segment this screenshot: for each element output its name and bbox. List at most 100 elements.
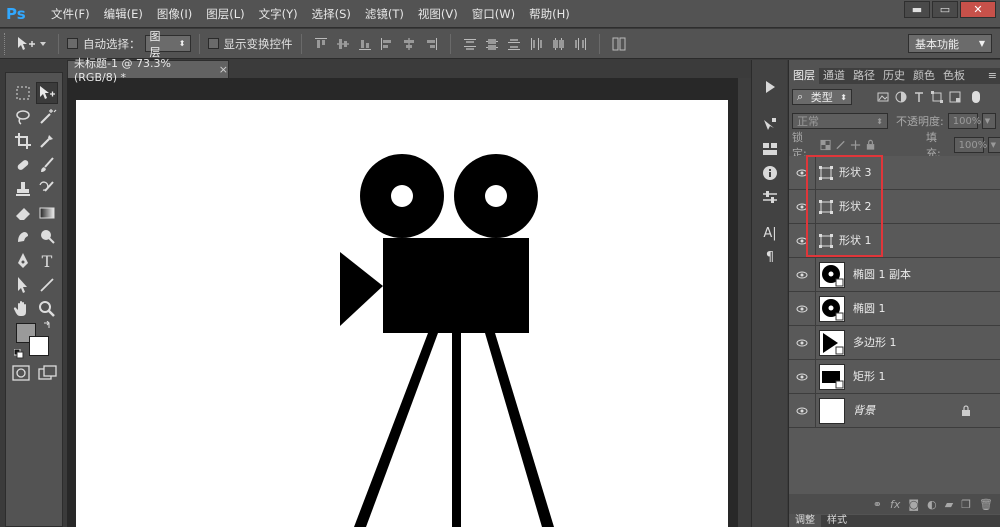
distribute-right-icon[interactable] (573, 37, 587, 51)
fill-field[interactable]: 100% (953, 137, 987, 153)
distribute-vcenter-icon[interactable] (485, 37, 499, 51)
adjustment-layer-icon[interactable]: ◐ (927, 498, 937, 511)
tab-color[interactable]: 颜色 (909, 68, 939, 84)
maximize-button[interactable]: ▭ (932, 1, 958, 18)
fill-chevron-icon[interactable]: ▼ (987, 137, 1000, 153)
canvas[interactable] (76, 100, 728, 527)
quick-mask-icon[interactable] (12, 365, 30, 381)
lock-transparency-icon[interactable] (820, 139, 831, 151)
zoom-tool-icon[interactable] (36, 298, 58, 320)
paragraph-panel-icon[interactable]: ¶ (760, 248, 780, 266)
marquee-tool-icon[interactable] (12, 82, 34, 104)
eye-icon[interactable] (796, 269, 808, 281)
eye-icon[interactable] (796, 303, 808, 315)
layer-row-ellipse-copy[interactable]: 椭圆 1 副本 (789, 258, 1000, 292)
auto-select-dropdown[interactable]: 图层 ⬍ (144, 30, 191, 59)
close-tab-icon[interactable]: × (219, 63, 228, 76)
filter-toggle[interactable] (972, 91, 980, 103)
dodge-tool-icon[interactable] (36, 226, 58, 248)
background-color-swatch[interactable] (29, 336, 49, 356)
move-tool-preset[interactable] (16, 33, 50, 55)
layer-row-ellipse[interactable]: 椭圆 1 (789, 292, 1000, 326)
layer-style-icon[interactable]: fx (890, 498, 900, 511)
healing-brush-icon[interactable] (12, 154, 34, 176)
crop-tool-icon[interactable] (12, 130, 34, 152)
gradient-tool-icon[interactable] (36, 202, 58, 224)
options-grip[interactable] (4, 32, 8, 55)
menu-file[interactable]: 文件(F) (44, 6, 97, 22)
panel-menu-icon[interactable]: ≡ (988, 68, 1000, 84)
minimize-button[interactable]: ▬ (904, 1, 930, 18)
hand-tool-icon[interactable] (12, 298, 34, 320)
show-transform-checkbox[interactable] (207, 38, 219, 49)
properties-icon[interactable] (760, 140, 780, 158)
distribute-top-icon[interactable] (463, 37, 477, 51)
magic-wand-icon[interactable] (36, 106, 58, 128)
eye-icon[interactable] (796, 337, 808, 349)
smudge-tool-icon[interactable] (12, 226, 34, 248)
path-select-icon[interactable] (12, 274, 34, 296)
layer-row-polygon[interactable]: 多边形 1 (789, 326, 1000, 360)
document-tab[interactable]: 未标题-1 @ 73.3%(RGB/8) * × (67, 57, 229, 84)
lock-position-icon[interactable] (850, 139, 861, 151)
distribute-bottom-icon[interactable] (507, 37, 521, 51)
menu-layer[interactable]: 图层(L) (199, 6, 251, 22)
menu-help[interactable]: 帮助(H) (522, 6, 577, 22)
lasso-tool-icon[interactable] (12, 106, 34, 128)
default-colors-icon[interactable] (14, 349, 24, 359)
filter-kind-dropdown[interactable]: ⌕ 类型 ⬍ (792, 89, 852, 105)
lock-all-icon[interactable] (865, 139, 876, 151)
filter-pixel-icon[interactable] (876, 90, 890, 104)
type-tool-icon[interactable]: T (36, 250, 58, 272)
pen-tool-icon[interactable] (12, 250, 34, 272)
opacity-field[interactable]: 100% (947, 113, 981, 129)
close-button[interactable]: ✕ (960, 1, 996, 18)
distribute-left-icon[interactable] (529, 37, 543, 51)
new-layer-icon[interactable]: ❐ (961, 498, 971, 511)
tab-layers[interactable]: 图层 (789, 68, 819, 84)
tab-history[interactable]: 历史 (879, 68, 909, 84)
new-group-icon[interactable]: ▰ (945, 498, 953, 511)
workspace-dropdown[interactable]: 基本功能 ▼ (908, 34, 992, 53)
tools-header[interactable] (0, 60, 66, 70)
menu-image[interactable]: 图像(I) (150, 6, 199, 22)
vertical-scrollbar[interactable] (738, 78, 751, 527)
menu-view[interactable]: 视图(V) (411, 6, 465, 22)
align-vcenter-icon[interactable] (336, 37, 350, 51)
layer-row-rectangle[interactable]: 矩形 1 (789, 360, 1000, 394)
align-top-icon[interactable] (314, 37, 328, 51)
delete-layer-icon[interactable]: 🗑 (979, 498, 993, 511)
swap-colors-icon[interactable] (42, 321, 52, 331)
auto-select-checkbox[interactable] (67, 38, 78, 49)
eraser-tool-icon[interactable] (12, 202, 34, 224)
align-hcenter-icon[interactable] (402, 37, 416, 51)
tab-styles[interactable]: 样式 (821, 515, 853, 527)
filter-type-icon[interactable] (912, 90, 926, 104)
tool-presets-icon[interactable] (760, 116, 780, 134)
filter-smart-object-icon[interactable] (948, 90, 962, 104)
stamp-tool-icon[interactable] (12, 178, 34, 200)
tab-swatches[interactable]: 色板 (939, 68, 969, 84)
tab-channels[interactable]: 通道 (819, 68, 849, 84)
auto-align-icon[interactable] (612, 37, 626, 51)
add-mask-icon[interactable]: ◙ (908, 498, 919, 511)
screen-mode-icon[interactable] (38, 365, 58, 381)
filter-adjustment-icon[interactable] (894, 90, 908, 104)
play-action-icon[interactable] (760, 78, 780, 96)
layer-row-background[interactable]: 背景 (789, 394, 1000, 428)
adjust-sliders-icon[interactable] (760, 188, 780, 206)
align-left-icon[interactable] (380, 37, 394, 51)
opacity-chevron-icon[interactable]: ▼ (981, 113, 996, 129)
character-panel-icon[interactable]: A| (760, 224, 780, 242)
tab-adjustments[interactable]: 调整 (789, 515, 821, 527)
blend-mode-dropdown[interactable]: 正常 ⬍ (792, 113, 888, 129)
move-tool[interactable] (36, 82, 58, 104)
brush-tool-icon[interactable] (36, 154, 58, 176)
line-tool-icon[interactable] (36, 274, 58, 296)
info-icon[interactable] (760, 164, 780, 182)
eye-icon[interactable] (796, 371, 808, 383)
menu-window[interactable]: 窗口(W) (465, 6, 522, 22)
menu-edit[interactable]: 编辑(E) (97, 6, 150, 22)
align-right-icon[interactable] (424, 37, 438, 51)
lock-pixels-icon[interactable] (835, 139, 846, 151)
